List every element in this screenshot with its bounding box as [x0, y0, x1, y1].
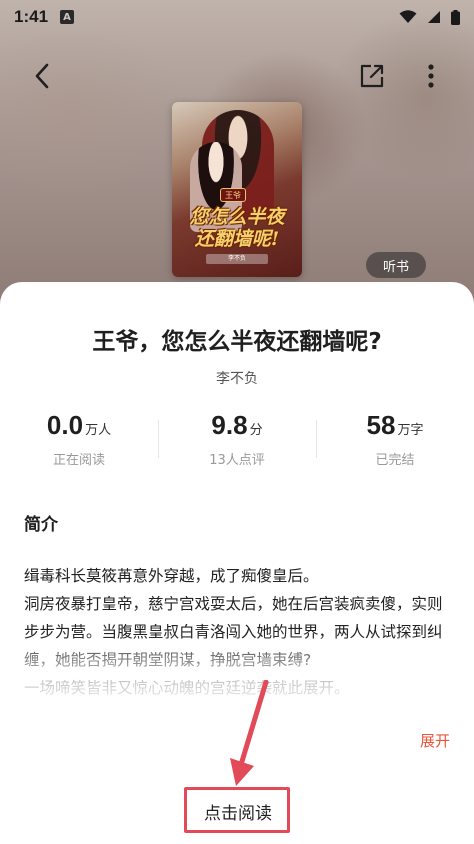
- battery-icon: [451, 9, 460, 25]
- book-cover[interactable]: 王爷 您怎么半夜 还翻墙呢! 李不负: [172, 102, 302, 277]
- stat-rating[interactable]: 9.8 分 13人点评: [158, 410, 316, 474]
- detail-sheet: 王爷，您怎么半夜还翻墙呢? 李不负 0.0 万人 正在阅读 9.8 分 13人点评 …: [0, 282, 474, 844]
- stat-wordcount-value: 58: [366, 410, 396, 440]
- stat-wordcount: 58 万字 已完结: [316, 410, 474, 474]
- read-button[interactable]: 点击阅读: [188, 790, 288, 832]
- cover-title-art: 您怎么半夜 还翻墙呢!: [178, 206, 296, 250]
- stat-rating-value: 9.8: [211, 410, 248, 440]
- stat-readers: 0.0 万人 正在阅读: [0, 410, 158, 474]
- notification-icon: A: [60, 10, 75, 24]
- status-time: 1:41: [14, 7, 49, 26]
- book-author[interactable]: 李不负: [0, 368, 474, 388]
- audiobook-button[interactable]: 听书: [366, 252, 426, 278]
- intro-paragraph: 洞房夜暴打皇帝，慈宁宫戏耍太后，她在后宫装疯卖傻，实则步步为营。当腹黑皇叔白青洛…: [24, 595, 443, 669]
- stat-readers-unit: 万人: [85, 423, 112, 438]
- more-button[interactable]: [411, 56, 451, 96]
- more-icon: [428, 64, 434, 88]
- status-icons: [399, 9, 460, 25]
- cover-title-line1: 您怎么半夜: [189, 206, 285, 228]
- book-title: 王爷，您怎么半夜还翻墙呢?: [92, 329, 382, 355]
- wifi-icon: [399, 10, 417, 23]
- stat-readers-label: 正在阅读: [52, 453, 105, 468]
- share-button[interactable]: [352, 56, 392, 96]
- stat-wordcount-label: 已完结: [375, 453, 415, 468]
- share-icon: [360, 64, 384, 88]
- intro-paragraph: 缉毒科长莫筱苒意外穿越，成了痴傻皇后。: [24, 567, 319, 585]
- signal-icon: [428, 11, 440, 23]
- status-bar: 1:41 A: [0, 0, 474, 34]
- stat-rating-label: 13人点评: [209, 453, 265, 468]
- stat-readers-value: 0.0: [46, 410, 84, 440]
- expand-button[interactable]: 展开: [420, 730, 450, 751]
- intro-heading: 简介: [24, 515, 58, 535]
- cover-author-tag: 李不负: [206, 254, 268, 264]
- back-icon: [35, 63, 49, 89]
- cover-title-line2: 还翻墙呢!: [194, 228, 280, 250]
- intro-paragraph: 一场啼笑皆非又惊心动魄的宫廷逆袭就此展开。: [24, 679, 350, 697]
- stat-rating-unit: 分: [249, 423, 263, 438]
- cover-badge: 王爷: [220, 188, 246, 202]
- intro-body: 缉毒科长莫筱苒意外穿越，成了痴傻皇后。 洞房夜暴打皇帝，慈宁宫戏耍太后，她在后宫…: [24, 562, 454, 702]
- stats-row: 0.0 万人 正在阅读 9.8 分 13人点评 58 万字 已完结: [0, 410, 474, 474]
- stat-wordcount-unit: 万字: [397, 423, 424, 438]
- back-button[interactable]: [22, 56, 62, 96]
